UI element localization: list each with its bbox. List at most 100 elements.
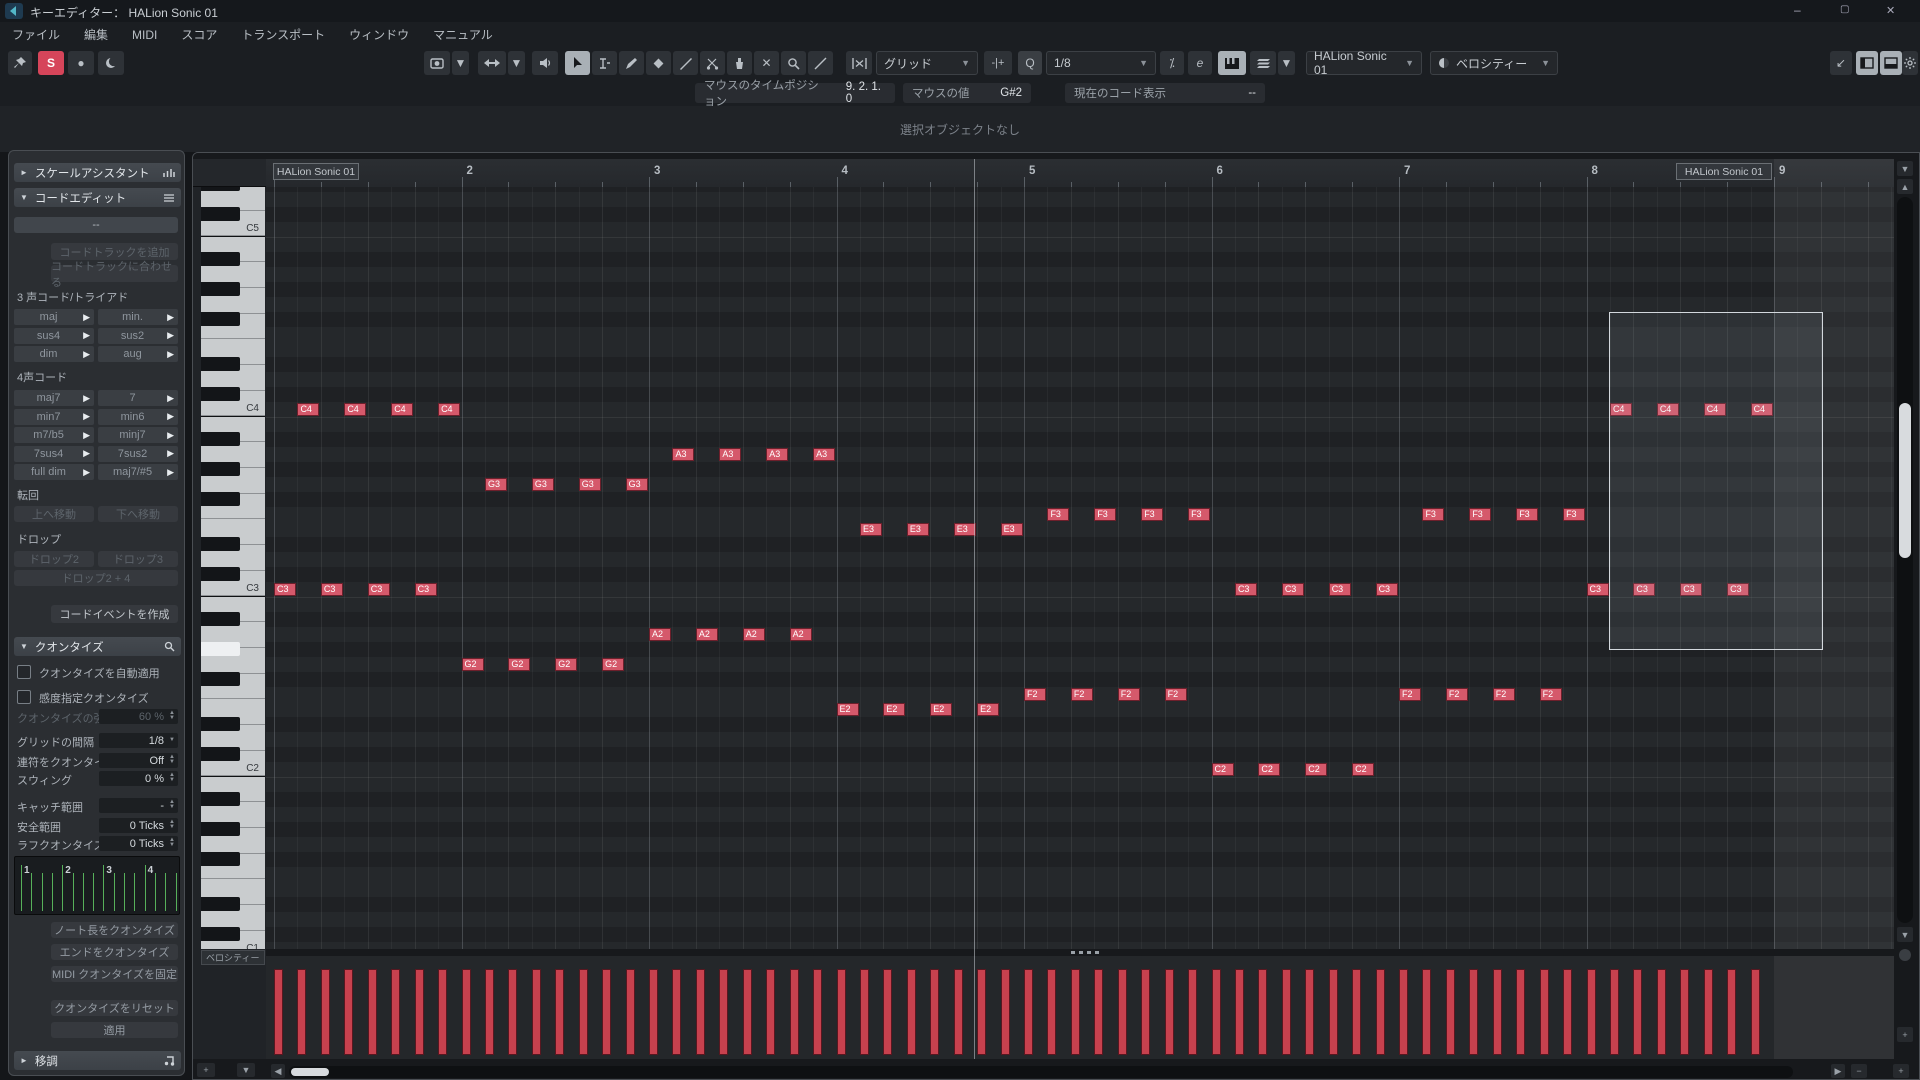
black-key[interactable] bbox=[201, 537, 240, 551]
open-in-lower-zone-icon[interactable]: ↙ bbox=[1830, 51, 1852, 75]
midi-note[interactable]: A2 bbox=[790, 628, 812, 641]
velocity-bar[interactable] bbox=[672, 969, 681, 1055]
midi-note[interactable]: C3 bbox=[415, 583, 437, 596]
close-button[interactable]: ✕ bbox=[1886, 4, 1895, 17]
midi-note[interactable]: G2 bbox=[508, 658, 530, 671]
velocity-bar[interactable] bbox=[1446, 969, 1455, 1055]
chord-button-minj7[interactable]: minj7▶ bbox=[98, 427, 178, 443]
black-key[interactable] bbox=[201, 462, 240, 476]
horizontal-scroll-thumb[interactable] bbox=[291, 1068, 329, 1076]
midi-note[interactable]: C3 bbox=[1282, 583, 1304, 596]
chord-button-fulldim[interactable]: full dim▶ bbox=[14, 464, 94, 480]
scroll-left-icon[interactable]: ◀ bbox=[271, 1064, 285, 1078]
hzoom-out-button[interactable]: − bbox=[1851, 1064, 1867, 1078]
midi-note[interactable]: C3 bbox=[1587, 583, 1609, 596]
velocity-bar[interactable] bbox=[602, 969, 611, 1055]
midi-note[interactable]: G3 bbox=[485, 478, 507, 491]
velocity-bar[interactable] bbox=[415, 969, 424, 1055]
velocity-bar[interactable] bbox=[1118, 969, 1127, 1055]
velocity-bar[interactable] bbox=[1540, 969, 1549, 1055]
object-selection-tool[interactable] bbox=[565, 51, 590, 75]
velocity-bar[interactable] bbox=[579, 969, 588, 1055]
menu-item-6[interactable]: マニュアル bbox=[421, 22, 505, 47]
minimize-button[interactable]: – bbox=[1794, 3, 1801, 17]
mute-tool[interactable]: ✕ bbox=[754, 51, 779, 75]
black-key[interactable] bbox=[201, 567, 240, 581]
add-lane-button[interactable]: + bbox=[197, 1063, 215, 1077]
velocity-bar[interactable] bbox=[438, 969, 447, 1055]
midi-note[interactable]: G2 bbox=[462, 658, 484, 671]
lower-zone-toggle-icon[interactable] bbox=[1880, 51, 1902, 75]
midi-note[interactable]: G3 bbox=[626, 478, 648, 491]
stepper-icon[interactable]: ▲▼ bbox=[169, 800, 175, 810]
glue-tool[interactable] bbox=[727, 51, 752, 75]
info-field-0[interactable]: マウスのタイムポジション9. 2. 1. 0 bbox=[695, 83, 895, 103]
midi-note[interactable]: G3 bbox=[579, 478, 601, 491]
midi-note[interactable]: F2 bbox=[1446, 688, 1468, 701]
chord-button-maj7[interactable]: maj7▶ bbox=[14, 390, 94, 406]
lane-zoom-handle[interactable] bbox=[1899, 949, 1911, 961]
move-down-button[interactable]: 下へ移動 bbox=[98, 506, 178, 522]
left-zone-toggle-icon[interactable] bbox=[1856, 51, 1878, 75]
midi-note[interactable]: A2 bbox=[649, 628, 671, 641]
lane-resize-handle[interactable] bbox=[1071, 951, 1103, 954]
pitch-visibility-icon[interactable] bbox=[1218, 51, 1246, 75]
stepper-icon[interactable]: ▲▼ bbox=[169, 838, 175, 848]
black-key[interactable] bbox=[201, 612, 240, 626]
timeline-ruler[interactable]: 23456789HALion Sonic 01HALion Sonic 01 bbox=[266, 159, 1894, 188]
midi-note[interactable]: F2 bbox=[1540, 688, 1562, 701]
black-key[interactable] bbox=[201, 897, 240, 911]
velocity-bar[interactable] bbox=[719, 969, 728, 1055]
black-key[interactable] bbox=[201, 792, 240, 806]
reset-quantize-button[interactable]: クオンタイズをリセット bbox=[51, 1000, 178, 1016]
black-key[interactable] bbox=[201, 672, 240, 686]
midi-note[interactable]: E2 bbox=[977, 703, 999, 716]
stepper-icon[interactable]: ▲▼ bbox=[169, 773, 175, 783]
menu-item-4[interactable]: トランスポート bbox=[229, 22, 337, 47]
horizontal-scrollbar[interactable] bbox=[289, 1066, 1793, 1078]
midi-note[interactable]: F3 bbox=[1094, 508, 1116, 521]
velocity-bar[interactable] bbox=[462, 969, 471, 1055]
midi-note[interactable]: F3 bbox=[1563, 508, 1585, 521]
black-key[interactable] bbox=[201, 747, 240, 761]
color-menu-icon[interactable] bbox=[424, 51, 450, 75]
length-quantize-icon[interactable]: e bbox=[1188, 51, 1212, 75]
midi-note[interactable]: F2 bbox=[1493, 688, 1515, 701]
midi-note[interactable]: F2 bbox=[1165, 688, 1187, 701]
velocity-bar[interactable] bbox=[1188, 969, 1197, 1055]
freeze-quantize-button[interactable]: MIDI クオンタイズを固定 bbox=[51, 966, 178, 982]
lane-divider[interactable] bbox=[266, 949, 1894, 956]
midi-note[interactable]: C3 bbox=[368, 583, 390, 596]
velocity-bar[interactable] bbox=[1493, 969, 1502, 1055]
acoustic-feedback-icon[interactable] bbox=[98, 51, 124, 75]
erase-tool[interactable] bbox=[646, 51, 671, 75]
velocity-bar[interactable] bbox=[626, 969, 635, 1055]
velocity-bar[interactable] bbox=[1212, 969, 1221, 1055]
velocity-bar[interactable] bbox=[813, 969, 822, 1055]
chord-button-7sus4[interactable]: 7sus4▶ bbox=[14, 446, 94, 462]
velocity-bar[interactable] bbox=[1727, 969, 1736, 1055]
velocity-bar[interactable] bbox=[1329, 969, 1338, 1055]
velocity-bar[interactable] bbox=[321, 969, 330, 1055]
pin-icon[interactable] bbox=[8, 51, 32, 75]
scroll-right-icon[interactable]: ▶ bbox=[1831, 1064, 1845, 1078]
strength-field[interactable]: 60 %▲▼ bbox=[99, 709, 178, 724]
velocity-bar[interactable] bbox=[1587, 969, 1596, 1055]
section-scale-assistant[interactable]: ► スケールアシスタント bbox=[14, 163, 181, 182]
velocity-bar[interactable] bbox=[1024, 969, 1033, 1055]
record-in-editor-icon[interactable]: ● bbox=[68, 51, 94, 75]
time-warp-tool[interactable] bbox=[808, 51, 833, 75]
vzoom-in-button[interactable]: + bbox=[1897, 1027, 1913, 1042]
safe-range-field[interactable]: 0 Ticks▲▼ bbox=[99, 818, 178, 833]
midi-note[interactable]: C2 bbox=[1305, 763, 1327, 776]
apply-quantize-button[interactable]: 適用 bbox=[51, 1022, 178, 1038]
catch-range-field[interactable]: -▲▼ bbox=[99, 798, 178, 813]
quantize-ends-button[interactable]: エンドをクオンタイズ bbox=[51, 944, 178, 960]
chord-button-m7b5[interactable]: m7/b5▶ bbox=[14, 427, 94, 443]
iterative-quantize-icon[interactable]: ⁒ bbox=[1160, 51, 1184, 75]
zoom-tool[interactable] bbox=[781, 51, 806, 75]
quantize-preset-select[interactable]: 1/8▼ bbox=[1046, 51, 1156, 75]
midi-note[interactable]: E3 bbox=[954, 523, 976, 536]
info-field-1[interactable]: マウスの値G#2 bbox=[903, 83, 1031, 103]
scroll-down-icon[interactable]: ▼ bbox=[1897, 927, 1913, 942]
